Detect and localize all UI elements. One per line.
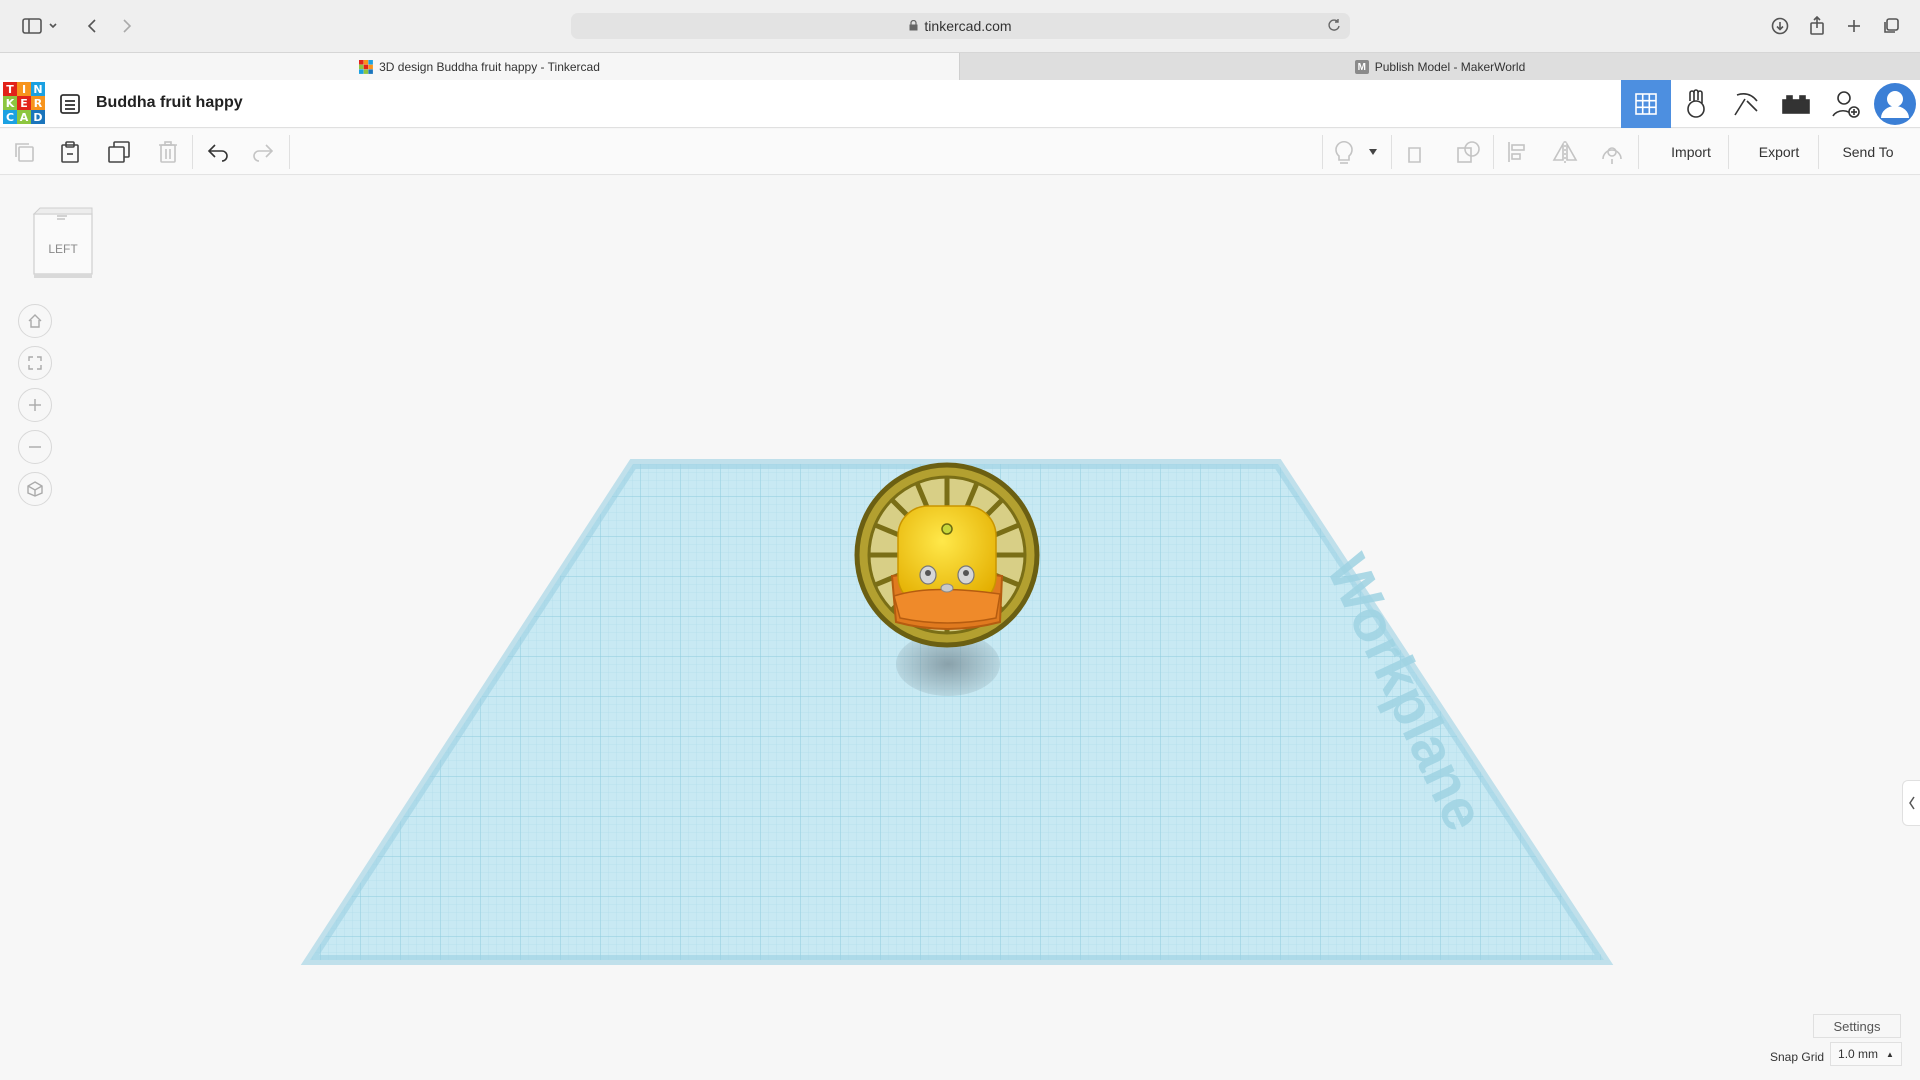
chevron-down-icon[interactable] (1365, 137, 1381, 167)
zoom-in-button[interactable] (18, 388, 52, 422)
back-icon[interactable] (78, 12, 106, 40)
logo-letter: C (3, 110, 17, 124)
toolbar-divider (1818, 135, 1819, 169)
home-view-button[interactable] (18, 304, 52, 338)
3d-viewport[interactable]: Workplane LEFT Settings Snap Grid 1.0 mm… (0, 176, 1920, 1080)
logo-letter: E (17, 96, 31, 110)
lock-icon (909, 18, 918, 34)
cruise-icon[interactable] (1597, 137, 1627, 167)
logo-letter: A (17, 110, 31, 124)
design-title[interactable]: Buddha fruit happy (96, 94, 243, 112)
snap-grid-value: 1.0 mm (1838, 1047, 1879, 1061)
toolbar-divider (289, 135, 290, 169)
mirror-icon[interactable] (1550, 137, 1580, 167)
pickaxe-icon[interactable] (1721, 80, 1771, 128)
tinkercad-logo[interactable]: T I N K E R C A D (3, 82, 45, 125)
align-icon[interactable] (1503, 137, 1533, 167)
duplicate-icon[interactable] (104, 137, 134, 167)
redo-icon[interactable] (248, 137, 278, 167)
new-tab-icon[interactable] (1840, 12, 1868, 40)
share-icon[interactable] (1803, 12, 1831, 40)
plus-icon (29, 399, 41, 411)
add-user-icon[interactable] (1821, 80, 1871, 128)
toolbar-divider (1638, 135, 1639, 169)
lightbulb-icon[interactable] (1329, 137, 1359, 167)
trash-icon[interactable] (153, 137, 183, 167)
logo-letter: N (31, 82, 45, 96)
logo-letter: K (3, 96, 17, 110)
logo-letter: T (3, 82, 17, 96)
view-cube[interactable]: LEFT (30, 204, 96, 280)
browser-toolbar: tinkercad.com (0, 0, 1920, 52)
tab-label: 3D design Buddha fruit happy - Tinkercad (379, 60, 600, 74)
3d-design-view-icon[interactable] (1621, 80, 1671, 128)
export-button[interactable]: Export (1740, 137, 1818, 167)
toolbar-divider (192, 135, 193, 169)
paste-icon[interactable] (55, 137, 85, 167)
logo-letter: D (31, 110, 45, 124)
ungroup-icon[interactable] (1453, 137, 1483, 167)
toolbar-divider (1728, 135, 1729, 169)
tab-tinkercad[interactable]: 3D design Buddha fruit happy - Tinkercad (0, 53, 959, 81)
zoom-out-button[interactable] (18, 430, 52, 464)
home-icon (28, 314, 42, 328)
caret-up-icon: ▲ (1886, 1049, 1894, 1059)
collapse-panel-button[interactable] (1902, 780, 1920, 826)
brick-icon[interactable] (1771, 80, 1821, 128)
snap-grid-label: Snap Grid (1770, 1050, 1825, 1064)
toolbar-divider (1391, 135, 1392, 169)
workplane-canvas: Workplane (300, 459, 1614, 965)
tinkercad-favicon-icon (359, 60, 373, 74)
tab-overview-icon[interactable] (1877, 12, 1905, 40)
reload-icon[interactable] (1326, 17, 1342, 36)
settings-button[interactable]: Settings (1813, 1014, 1901, 1038)
copy-icon[interactable] (9, 137, 39, 167)
address-bar[interactable]: tinkercad.com (571, 13, 1350, 39)
blocks-hand-icon[interactable] (1671, 80, 1721, 128)
logo-letter: R (31, 96, 45, 110)
toolbar-divider (1322, 135, 1323, 169)
tab-bar: 3D design Buddha fruit happy - Tinkercad… (0, 52, 1920, 81)
sidebar-toggle-icon[interactable] (18, 12, 46, 40)
logo-letter: I (17, 82, 31, 96)
send-to-button[interactable]: Send To (1826, 137, 1910, 167)
url-text: tinkercad.com (924, 18, 1012, 34)
undo-icon[interactable] (203, 137, 233, 167)
makerworld-favicon-icon: M (1354, 60, 1369, 74)
import-button[interactable]: Import (1652, 137, 1730, 167)
fit-icon (28, 356, 42, 370)
chevron-left-icon (1908, 796, 1915, 810)
fit-view-button[interactable] (18, 346, 52, 380)
buddha-fruit-model[interactable] (854, 462, 1040, 648)
chevron-down-icon[interactable] (46, 12, 60, 40)
view-cube-label: LEFT (48, 242, 78, 256)
group-icon[interactable] (1404, 137, 1434, 167)
app-header: T I N K E R C A D Buddha fruit happy (0, 80, 1920, 128)
edit-toolbar: Import Export Send To (0, 129, 1920, 175)
forward-icon[interactable] (113, 12, 141, 40)
toolbar-divider (1493, 135, 1494, 169)
avatar[interactable] (1870, 80, 1920, 128)
minus-icon (29, 446, 41, 448)
tab-makerworld[interactable]: M Publish Model - MakerWorld (959, 53, 1920, 81)
cube-icon (27, 481, 43, 497)
tab-label: Publish Model - MakerWorld (1374, 60, 1526, 74)
perspective-button[interactable] (18, 472, 52, 506)
snap-grid-select[interactable]: 1.0 mm ▲ (1830, 1042, 1902, 1066)
design-list-icon[interactable] (58, 92, 82, 116)
download-icon[interactable] (1766, 12, 1794, 40)
